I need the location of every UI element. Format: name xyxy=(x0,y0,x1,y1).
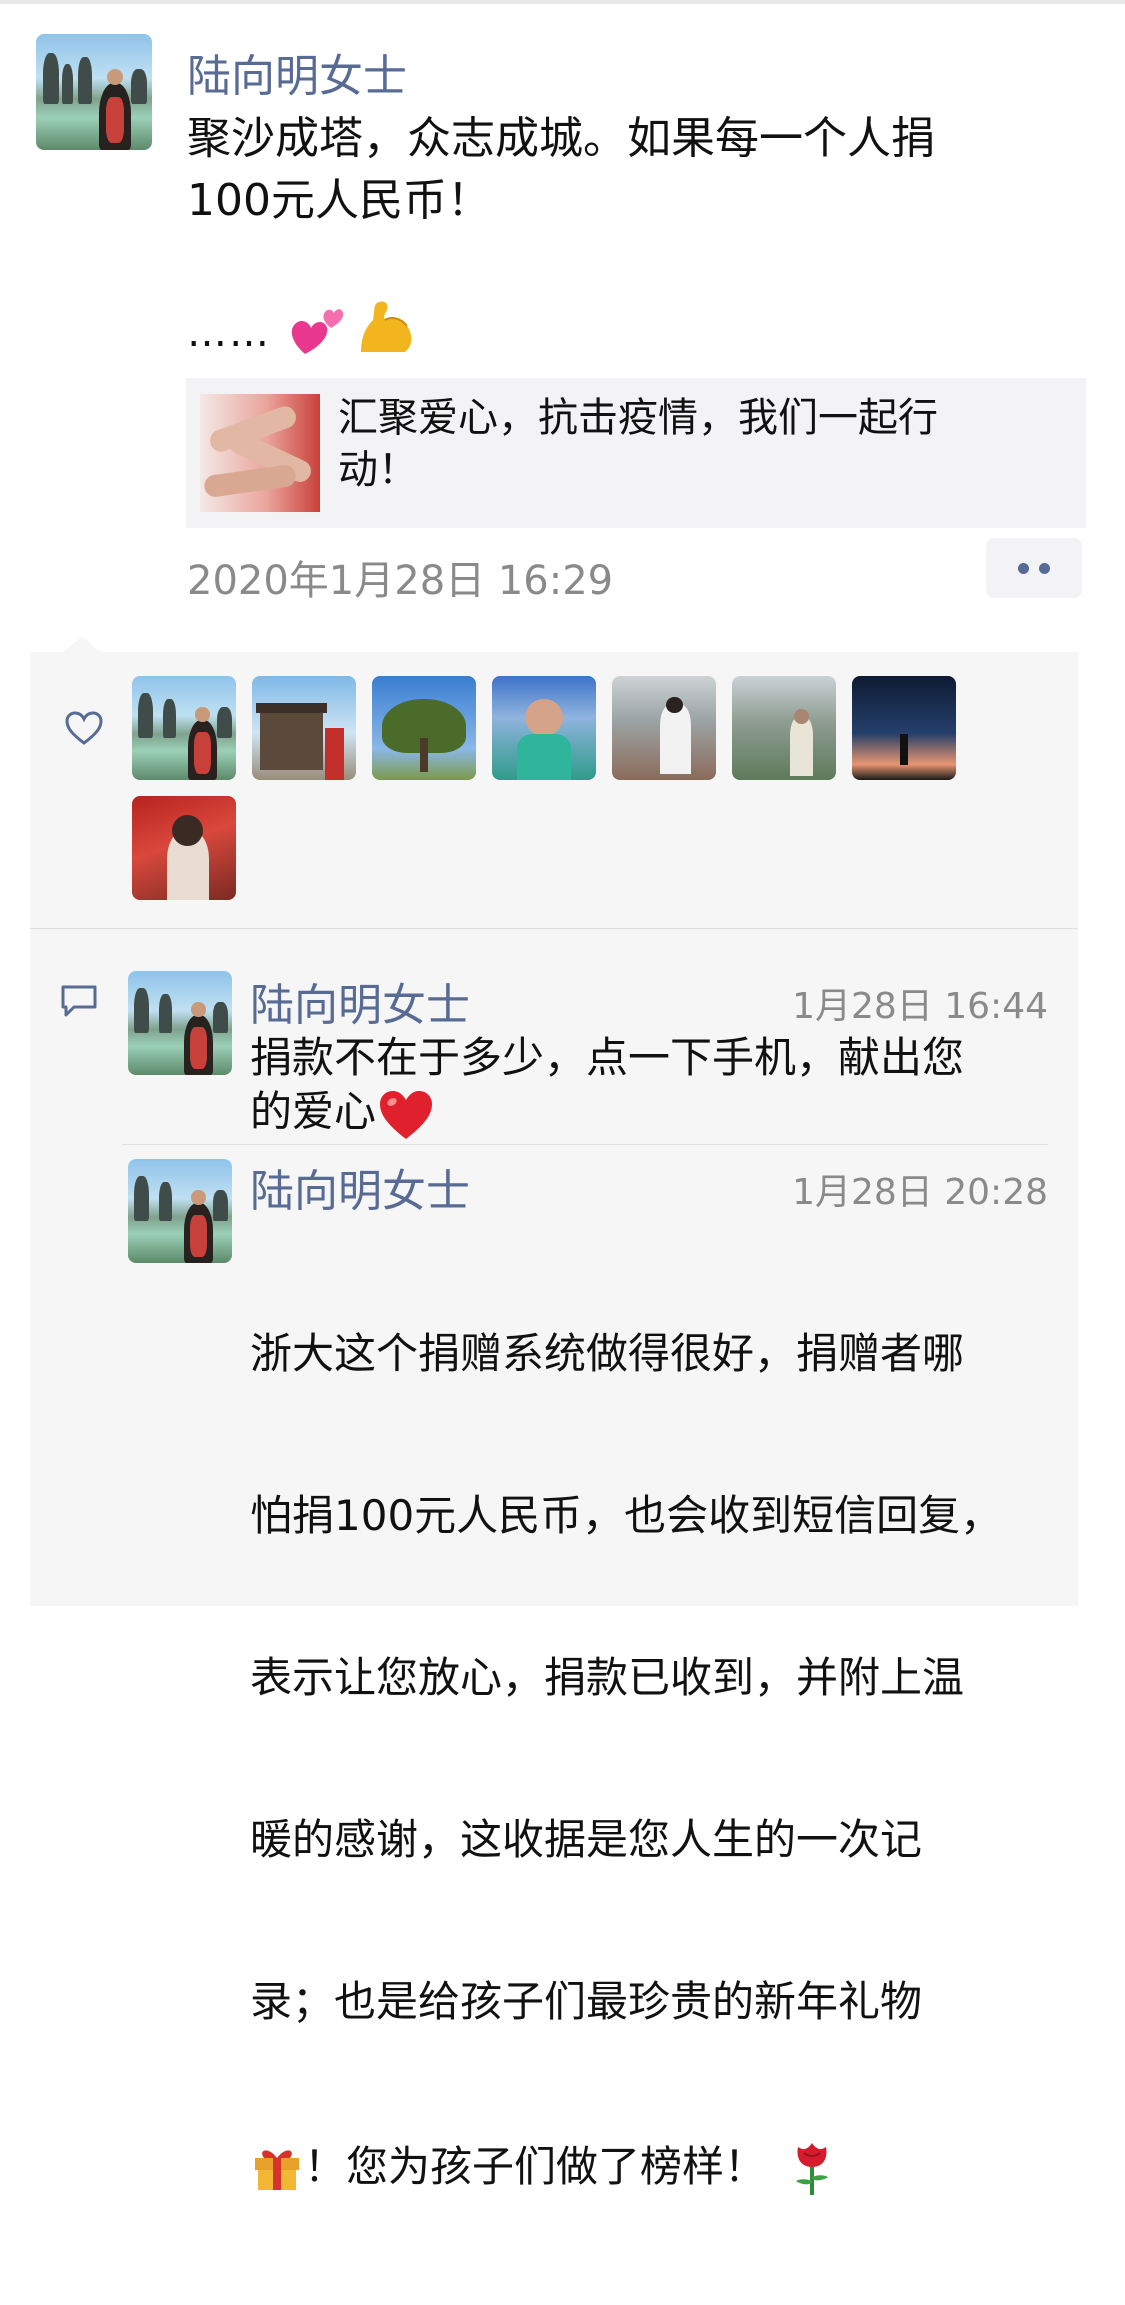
comment-time: 1月28日 16:44 xyxy=(792,986,1048,1027)
liker-avatar[interactable] xyxy=(372,676,476,780)
liker-avatar[interactable] xyxy=(612,676,716,780)
post-text: 聚沙成塔，众志成城。如果每一个人捐 100元人民币！ xyxy=(187,113,935,226)
liker-avatar[interactable] xyxy=(852,676,956,780)
comment-text: 捐款不在于多少，点一下手机，献出您 的爱心 xyxy=(250,1031,1050,1143)
liker-avatar[interactable] xyxy=(492,676,596,780)
ellipsis-text: …… xyxy=(187,310,271,356)
comment-author-name[interactable]: 陆向明女士 xyxy=(250,1155,470,1219)
comments-panel: 陆向明女士 1月28日 16:44 捐款不在于多少，点一下手机，献出您 的爱心 … xyxy=(30,929,1078,2195)
dot-icon xyxy=(1039,562,1050,574)
liker-avatar[interactable] xyxy=(132,676,236,780)
dot-icon xyxy=(1018,562,1029,574)
more-actions-button[interactable] xyxy=(986,538,1082,598)
commenter-avatar[interactable] xyxy=(128,971,232,1075)
likes-panel xyxy=(30,652,1078,928)
like-heart-icon xyxy=(65,711,103,745)
liker-avatar[interactable] xyxy=(252,676,356,780)
post-emoji-line: …… xyxy=(187,292,421,362)
top-divider xyxy=(0,0,1125,4)
two-hearts-icon xyxy=(291,309,344,354)
shared-link-card[interactable]: 汇聚爱心，抗击疫情，我们一起行动！ xyxy=(186,378,1086,528)
comment-text: 浙大这个捐赠系统做得很好，捐赠者哪 怕捐100元人民币，也会收到短信回复， 表示… xyxy=(250,1219,1050,2305)
rose-icon xyxy=(796,2143,829,2195)
link-title: 汇聚爱心，抗击疫情，我们一起行动！ xyxy=(338,395,938,493)
commenter-avatar[interactable] xyxy=(128,1159,232,1263)
comment-author-name[interactable]: 陆向明女士 xyxy=(250,969,470,1033)
likes-pointer xyxy=(64,636,100,652)
comment-divider xyxy=(122,1144,1048,1145)
comment-icon xyxy=(61,985,97,1017)
post-author-name[interactable]: 陆向明女士 xyxy=(187,40,407,104)
link-thumbnail xyxy=(200,394,320,512)
flexed-biceps-icon xyxy=(361,301,412,352)
post-author-avatar[interactable] xyxy=(36,34,152,150)
post-timestamp: 2020年1月28日 16:29 xyxy=(187,558,614,604)
liker-avatar[interactable] xyxy=(732,676,836,780)
gift-icon xyxy=(255,2150,299,2190)
comment-time: 1月28日 20:28 xyxy=(792,1172,1048,1213)
liker-avatar[interactable] xyxy=(132,796,236,900)
red-heart-icon xyxy=(380,1090,433,1139)
